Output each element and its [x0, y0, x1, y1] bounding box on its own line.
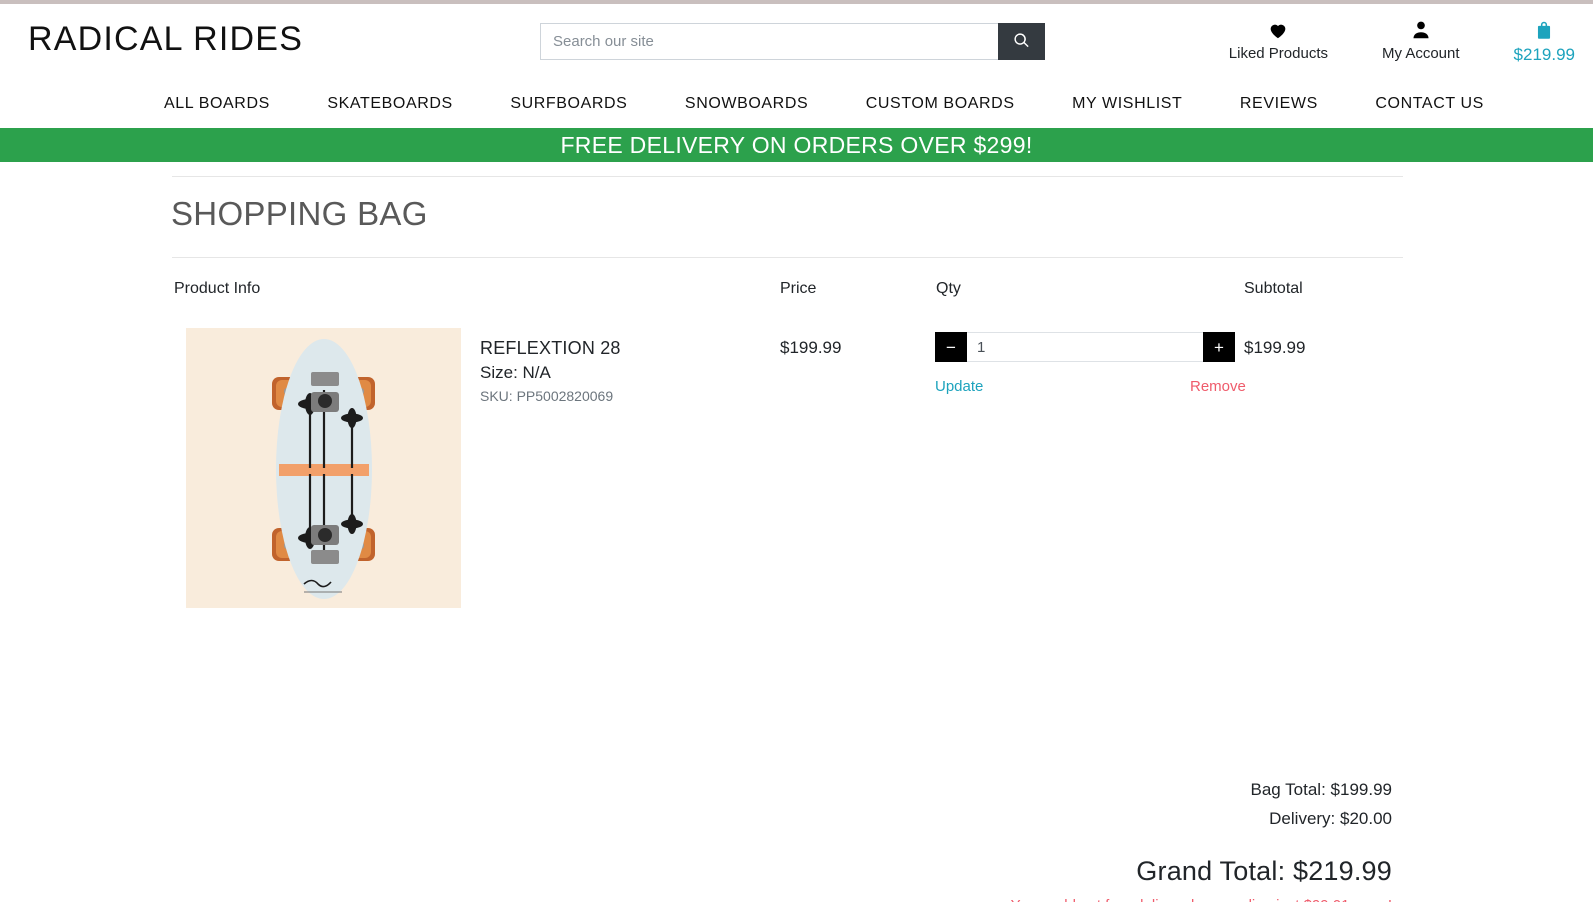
- nav-item-snowboards[interactable]: SNOWBOARDS: [685, 95, 808, 113]
- divider-top: [172, 176, 1403, 177]
- grand-total: Grand Total: $219.99: [1136, 856, 1392, 886]
- remove-link[interactable]: Remove: [1190, 378, 1246, 395]
- column-header-price: Price: [780, 280, 817, 297]
- nav-item-all-boards[interactable]: ALL BOARDS: [164, 95, 270, 113]
- product-size: Size: N/A: [480, 363, 551, 382]
- order-totals: Bag Total: $199.99 Delivery: $20.00 Gran…: [1011, 780, 1392, 902]
- nav-item-my-wishlist[interactable]: MY WISHLIST: [1072, 95, 1182, 113]
- nav-item-reviews[interactable]: REVIEWS: [1240, 95, 1318, 113]
- quantity-stepper: − +: [935, 332, 1235, 362]
- page-root: RADICAL RIDES Liked Products: [0, 0, 1593, 902]
- main-content: SHOPPING BAG Product Info Price Qty Subt…: [0, 162, 1593, 902]
- main-navigation: ALL BOARDS SKATEBOARDS SURFBOARDS SNOWBO…: [0, 82, 1593, 126]
- site-logo[interactable]: RADICAL RIDES: [28, 20, 303, 59]
- delivery-total: Delivery: $20.00: [1269, 809, 1392, 828]
- free-delivery-hint: You could get free delivery by spending …: [1011, 897, 1392, 902]
- column-header-product-info: Product Info: [174, 280, 261, 297]
- cart-button[interactable]: $219.99: [1514, 18, 1575, 65]
- product-name[interactable]: REFLEXTION 28: [480, 338, 621, 359]
- product-image[interactable]: [186, 328, 461, 608]
- product-price: $199.99: [780, 338, 842, 357]
- my-account-button[interactable]: My Account: [1382, 18, 1460, 62]
- column-header-subtotal: Subtotal: [1244, 280, 1303, 297]
- divider-under-title: [172, 257, 1403, 258]
- quantity-increment-button[interactable]: +: [1203, 332, 1235, 362]
- cart-total-label: $219.99: [1513, 45, 1575, 64]
- quantity-decrement-button[interactable]: −: [935, 332, 967, 362]
- product-sku: SKU: PP5002820069: [480, 388, 614, 404]
- nav-item-custom-boards[interactable]: CUSTOM BOARDS: [866, 95, 1015, 113]
- nav-item-contact-us[interactable]: CONTACT US: [1375, 95, 1484, 113]
- nav-item-surfboards[interactable]: SURFBOARDS: [510, 95, 627, 113]
- liked-products-label: Liked Products: [1228, 45, 1328, 62]
- search-button[interactable]: [998, 23, 1045, 60]
- person-icon: [1410, 18, 1432, 42]
- shopping-bag-icon: [1533, 18, 1555, 42]
- quantity-input[interactable]: [967, 332, 1203, 362]
- bag-total: Bag Total: $199.99: [1250, 780, 1392, 799]
- search-icon: [1013, 32, 1030, 52]
- heart-icon: [1266, 18, 1290, 42]
- header-actions: Liked Products My Account $219.99: [1229, 18, 1575, 65]
- update-link[interactable]: Update: [935, 378, 983, 395]
- column-header-qty: Qty: [936, 280, 961, 297]
- nav-item-skateboards[interactable]: SKATEBOARDS: [327, 95, 452, 113]
- search-input[interactable]: [540, 23, 998, 60]
- product-subtotal: $199.99: [1244, 338, 1306, 357]
- my-account-label: My Account: [1382, 45, 1460, 62]
- free-delivery-banner: FREE DELIVERY ON ORDERS OVER $299!: [0, 128, 1593, 162]
- search-bar: [540, 23, 1045, 60]
- liked-products-button[interactable]: Liked Products: [1229, 18, 1328, 62]
- site-header: RADICAL RIDES Liked Products: [0, 4, 1593, 82]
- page-title: SHOPPING BAG: [171, 195, 428, 232]
